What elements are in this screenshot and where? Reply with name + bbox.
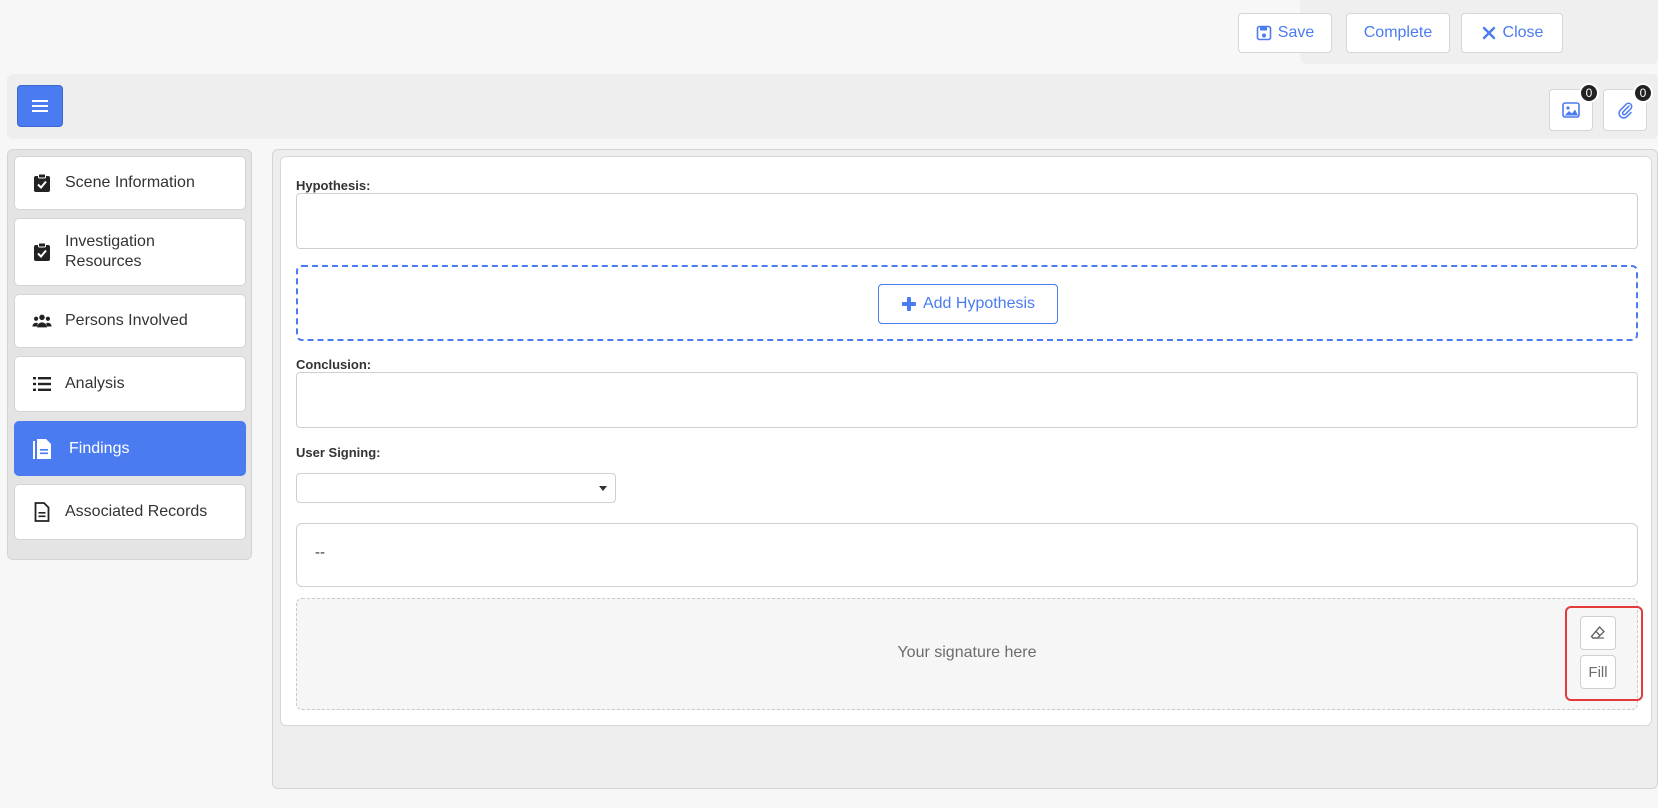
plus-icon: [901, 297, 916, 311]
save-label: Save: [1277, 24, 1315, 41]
signer-display: --: [296, 523, 1638, 587]
paperclip-icon: [1618, 102, 1633, 119]
sidebar-item-persons-involved[interactable]: Persons Involved: [14, 294, 246, 348]
fill-button[interactable]: Fill: [1580, 655, 1616, 689]
close-icon: [1482, 26, 1495, 40]
hypothesis-textarea[interactable]: [296, 193, 1638, 249]
eraser-icon: [1590, 625, 1605, 639]
sidebar-item-label: Persons Involved: [65, 312, 188, 329]
main-panel: Hypothesis: Add Hypothesis Conclusion: U…: [272, 149, 1658, 789]
complete-label: Complete: [1363, 24, 1433, 41]
image-icon: [1562, 102, 1580, 118]
sidebar-item-investigation-resources[interactable]: Investigation Resources: [14, 218, 246, 286]
complete-button[interactable]: Complete: [1346, 13, 1450, 53]
conclusion-label: Conclusion:: [296, 357, 372, 372]
clipboard-check-icon: [32, 173, 52, 193]
hypothesis-label: Hypothesis:: [296, 178, 371, 193]
sidebar-item-label: Investigation Resources: [65, 233, 155, 270]
file-document-icon: [32, 438, 52, 459]
save-icon: [1256, 25, 1272, 41]
add-hypothesis-button[interactable]: Add Hypothesis: [878, 284, 1058, 324]
attachments-count-badge: 0: [1633, 83, 1653, 103]
sidebar-item-scene-information[interactable]: Scene Information: [14, 156, 246, 210]
add-hypothesis-label: Add Hypothesis: [922, 295, 1036, 312]
hamburger-icon: [32, 100, 48, 112]
sidebar-item-label: Associated Records: [65, 503, 208, 520]
close-button[interactable]: Close: [1461, 13, 1563, 53]
user-signing-label: User Signing:: [296, 445, 381, 460]
users-icon: [32, 311, 52, 331]
file-icon: [32, 502, 52, 522]
clear-signature-button[interactable]: [1580, 616, 1616, 650]
clipboard-check-icon: [32, 242, 52, 262]
close-label: Close: [1502, 24, 1544, 41]
sidebar-item-label: Scene Information: [65, 174, 195, 191]
sidebar-item-associated-records[interactable]: Associated Records: [14, 484, 246, 540]
attachments-button[interactable]: 0: [1603, 83, 1653, 131]
menu-toggle-button[interactable]: [17, 85, 63, 127]
signature-placeholder: Your signature here: [897, 644, 1037, 661]
sidebar: Scene Information Investigation Resource…: [7, 149, 252, 560]
save-button[interactable]: Save: [1238, 13, 1332, 53]
images-count-badge: 0: [1579, 83, 1599, 103]
images-button[interactable]: 0: [1549, 83, 1599, 131]
top-action-bar: Save Complete Close: [1238, 0, 1658, 64]
signature-pad[interactable]: Your signature here Fill: [296, 598, 1643, 710]
header-bar: 0 0: [7, 74, 1658, 139]
sidebar-item-analysis[interactable]: Analysis: [14, 356, 246, 412]
sidebar-item-label: Findings: [69, 439, 130, 457]
user-signing-select[interactable]: [296, 473, 616, 503]
fill-label: Fill: [1588, 663, 1608, 681]
signer-value: --: [315, 544, 325, 561]
findings-form-card: Hypothesis: Add Hypothesis Conclusion: U…: [280, 156, 1652, 726]
chevron-down-icon: [599, 486, 607, 491]
list-icon: [32, 374, 52, 394]
conclusion-textarea[interactable]: [296, 372, 1638, 428]
sidebar-item-findings[interactable]: Findings: [14, 421, 246, 476]
sidebar-item-label: Analysis: [65, 375, 125, 392]
add-hypothesis-dropzone: Add Hypothesis: [296, 265, 1638, 341]
